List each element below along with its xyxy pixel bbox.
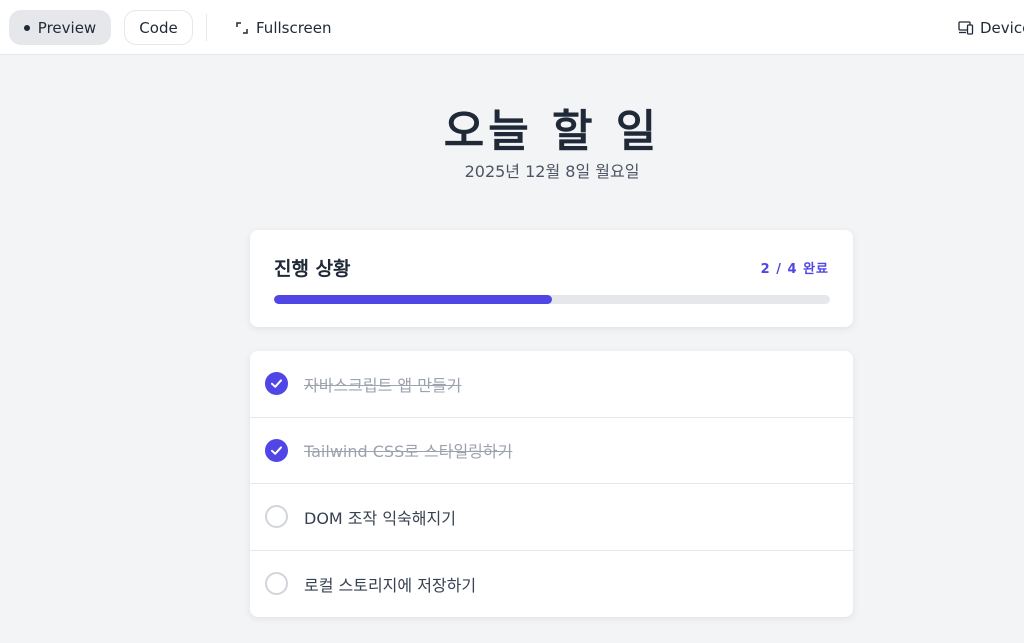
progress-count: 2 / 4 완료 [760, 262, 829, 277]
devices-icon [958, 20, 974, 35]
task-text: 로컬 스토리지에 저장하기 [304, 575, 477, 595]
page-title: 오늘 할 일 [443, 106, 661, 157]
task-item[interactable]: 로컬 스토리지에 저장하기 [250, 551, 853, 618]
checkbox-icon[interactable] [265, 505, 288, 529]
preview-label: Preview [37, 18, 97, 37]
progress-bar-fill [274, 295, 552, 304]
checkbox-icon[interactable] [265, 572, 288, 596]
preview-dot-icon [23, 24, 30, 31]
page-date: 2025년 12월 8일 월요일 [464, 162, 640, 181]
checkbox-icon[interactable] [265, 438, 288, 462]
task-item[interactable]: 자바스크립트 앱 만들기 [250, 351, 853, 418]
task-item[interactable]: DOM 조작 익숙해지기 [250, 484, 853, 551]
device-button[interactable]: Device [954, 10, 1024, 45]
progress-card: 진행 상황 2 / 4 완료 [250, 230, 853, 327]
task-text: DOM 조작 익숙해지기 [304, 508, 456, 528]
expand-icon [236, 21, 248, 34]
code-label: Code [139, 18, 178, 37]
progress-bar [274, 295, 830, 304]
code-button[interactable]: Code [124, 10, 193, 45]
device-label: Device [980, 18, 1024, 37]
task-item[interactable]: Tailwind CSS로 스타일링하기 [250, 418, 853, 484]
task-list: 자바스크립트 앱 만들기 Tailwind CSS로 스타일링하기 DOM 조작… [250, 351, 853, 617]
task-text: Tailwind CSS로 스타일링하기 [304, 442, 513, 462]
task-text: 자바스크립트 앱 만들기 [304, 375, 462, 395]
toolbar-divider [206, 14, 207, 41]
checkbox-icon[interactable] [265, 372, 288, 396]
top-toolbar: Preview Code Fullscreen Device [0, 0, 1024, 55]
progress-title: 진행 상황 [274, 258, 351, 280]
fullscreen-label: Fullscreen [256, 18, 332, 37]
preview-button[interactable]: Preview [9, 10, 111, 45]
fullscreen-button[interactable]: Fullscreen [230, 10, 340, 45]
